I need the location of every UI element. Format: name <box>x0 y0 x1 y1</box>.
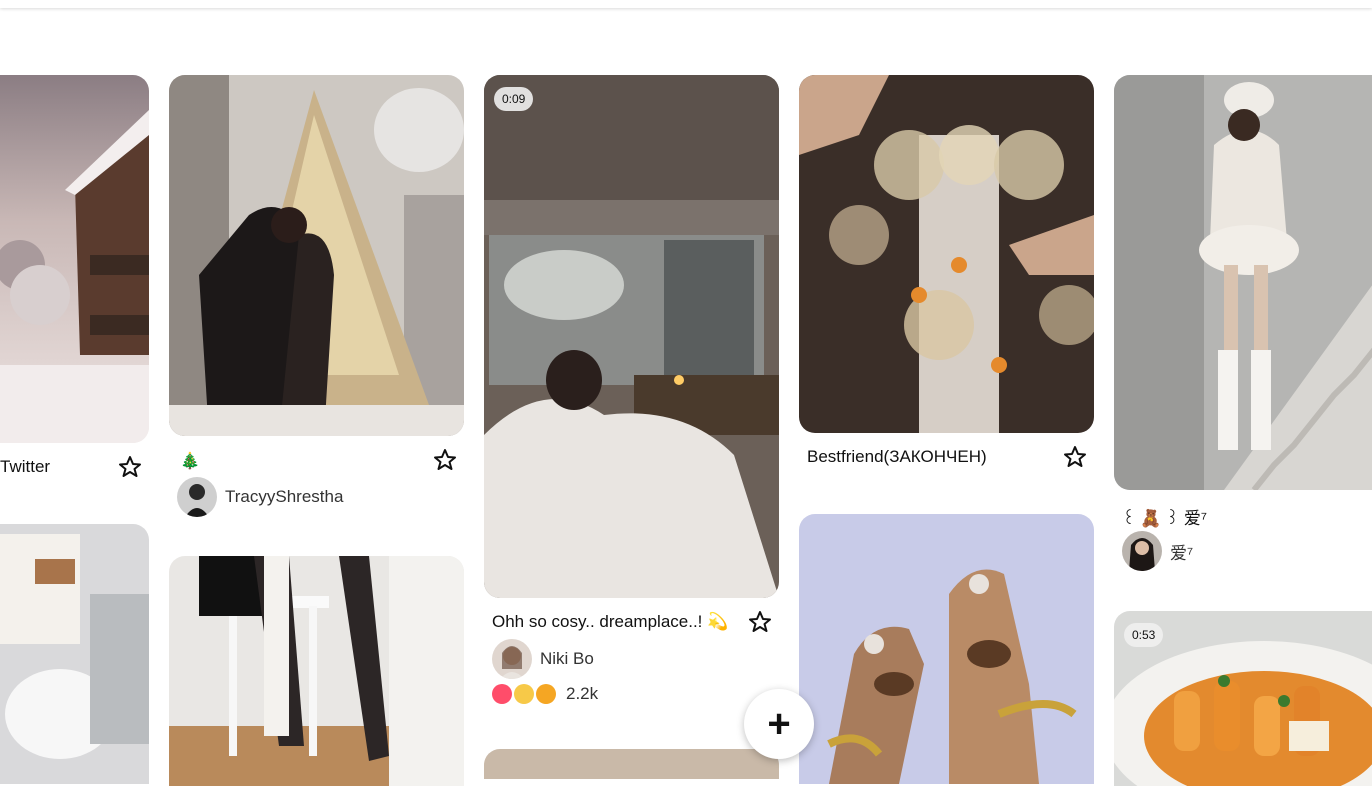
top-bar <box>0 0 1372 8</box>
video-duration-badge: 0:53 <box>1124 623 1164 647</box>
avatar[interactable] <box>177 477 217 517</box>
pin-title[interactable]: Twitter <box>0 457 50 477</box>
pin-video-pasta[interactable]: 0:53 <box>1114 611 1372 786</box>
pin-image-cow-print-heels[interactable] <box>799 514 1094 784</box>
pin-title[interactable]: Ohh so cosy.. dreamplace..! 💫 <box>492 612 728 632</box>
reaction-count: 2.2k <box>566 684 599 703</box>
author-name[interactable]: TracyyShrestha <box>225 487 343 507</box>
plus-icon: + <box>767 702 791 746</box>
save-star-icon[interactable] <box>1063 445 1087 469</box>
wow-emoji-icon <box>514 684 534 704</box>
reactions[interactable]: 2.2k <box>492 684 598 704</box>
pin-video-cosy-window[interactable]: 0:09 <box>484 75 779 598</box>
pin-image-lace-tights[interactable] <box>169 556 464 786</box>
save-star-icon[interactable] <box>433 448 457 472</box>
pin-title[interactable]: ꒰ 🧸 ꒱ 爱⁷ <box>1122 504 1207 529</box>
pin-title[interactable]: 🎄 <box>180 451 200 471</box>
avatar[interactable] <box>492 639 532 679</box>
pin-image-christmas-kiss[interactable] <box>169 75 464 436</box>
pin-image-toast-glasses[interactable] <box>799 75 1094 433</box>
surprised-emoji-icon <box>536 684 556 704</box>
video-duration-badge: 0:09 <box>494 87 534 111</box>
pin-image-white-coat-stairs[interactable] <box>1114 75 1372 490</box>
author-name[interactable]: Niki Bo <box>540 649 594 669</box>
pin-author[interactable]: TracyyShrestha <box>177 477 343 517</box>
pin-image-snowy-village[interactable] <box>0 75 149 443</box>
pin-image-white-clothes[interactable] <box>0 524 149 784</box>
avatar[interactable] <box>1122 531 1162 571</box>
pin-author[interactable]: 爱⁷ <box>1122 531 1193 571</box>
author-name[interactable]: 爱⁷ <box>1170 539 1193 564</box>
heart-eyes-emoji-icon <box>492 684 512 704</box>
create-pin-button[interactable]: + <box>744 689 814 759</box>
pin-author[interactable]: Niki Bo <box>492 639 594 679</box>
save-star-icon[interactable] <box>118 455 142 479</box>
save-star-icon[interactable] <box>748 610 772 634</box>
pin-title[interactable]: Bestfriend(ЗАКОНЧЕН) <box>807 447 987 467</box>
pin-image-partial[interactable] <box>484 749 779 779</box>
